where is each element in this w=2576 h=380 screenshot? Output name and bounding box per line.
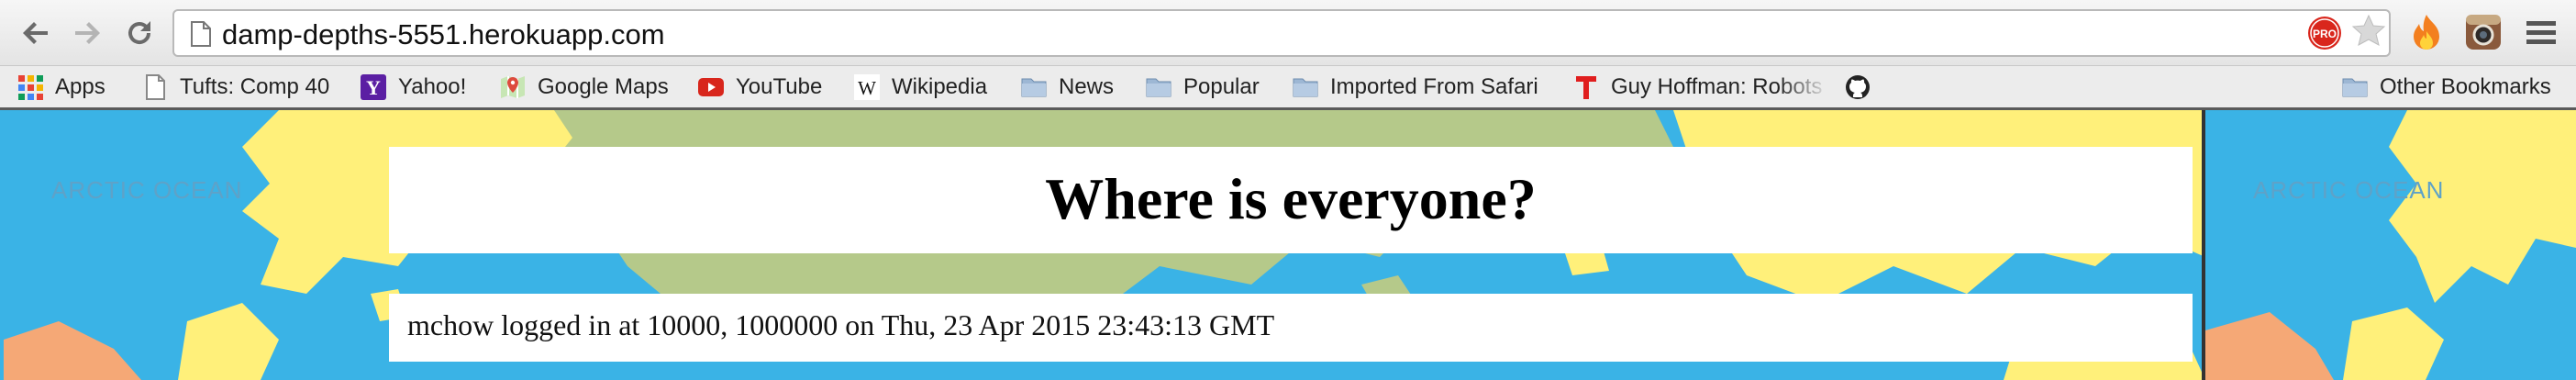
map-label-arctic-ocean: ARCTIC OCEAN — [51, 176, 243, 204]
github-icon — [1846, 74, 1870, 99]
bookmark-google-maps[interactable]: Google Maps — [499, 66, 669, 107]
bookmark-label: Yahoo! — [398, 73, 467, 99]
bookmark-label: Wikipedia — [892, 73, 988, 99]
page-icon — [146, 73, 165, 100]
bookmark-folder-other[interactable]: Other Bookmarks — [2341, 66, 2551, 107]
svg-text:PRO: PRO — [2313, 28, 2337, 40]
login-status-panel: mchow logged in at 10000, 1000000 on Thu… — [389, 294, 2193, 362]
back-icon — [23, 22, 48, 44]
url-text[interactable]: damp-depths-5551.herokuapp.com — [222, 18, 665, 51]
youtube-icon — [698, 77, 724, 96]
world-map-repeat[interactable] — [2205, 110, 2576, 380]
bookmark-label: Popular — [1183, 73, 1260, 99]
svg-text:Y: Y — [366, 76, 381, 99]
bookmarks-bar: Apps Tufts: Comp 40 Y Yahoo! Google Maps… — [0, 66, 2576, 110]
apps-grid-icon — [18, 74, 43, 100]
folder-icon — [1021, 78, 1047, 96]
star-icon[interactable] — [2350, 13, 2387, 50]
reload-icon — [128, 21, 151, 45]
back-button[interactable] — [17, 13, 57, 53]
google-maps-icon — [501, 75, 525, 98]
camera-extension-icon[interactable] — [2464, 13, 2503, 51]
bookmark-yahoo[interactable]: Y Yahoo! — [360, 66, 466, 107]
bookmark-label: Guy Hoffman: Robots — [1611, 73, 1823, 99]
t-logo-icon — [1576, 75, 1596, 99]
bookmark-tufts-comp40[interactable]: Tufts: Comp 40 — [141, 66, 329, 107]
bookmark-youtube[interactable]: YouTube — [697, 66, 822, 107]
bookmark-label: YouTube — [736, 73, 823, 99]
wikipedia-icon: W — [854, 73, 880, 100]
page-title: Where is everyone? — [1045, 166, 1537, 231]
page-viewport: ARCTIC OCEAN ARCTIC OCEAN Where is every… — [0, 110, 2576, 380]
folder-icon — [1293, 78, 1318, 96]
bookmark-github[interactable] — [1844, 66, 1882, 107]
bookmark-label: Apps — [55, 73, 105, 99]
bookmark-folder-imported-from-safari[interactable]: Imported From Safari — [1292, 66, 1538, 107]
menu-icon[interactable] — [2525, 17, 2558, 50]
bookmark-label: Imported From Safari — [1330, 73, 1538, 99]
map-label-arctic-ocean-repeat: ARCTIC OCEAN — [2253, 176, 2445, 204]
title-panel: Where is everyone? — [389, 147, 2193, 253]
yahoo-icon: Y — [361, 73, 386, 100]
svg-text:W: W — [858, 77, 876, 99]
forward-button[interactable] — [66, 13, 106, 53]
address-bar[interactable]: damp-depths-5551.herokuapp.com — [172, 9, 2391, 57]
bookmark-label: Tufts: Comp 40 — [180, 73, 330, 99]
fire-extension-icon[interactable] — [2407, 13, 2446, 53]
bookmark-label: Other Bookmarks — [2380, 73, 2551, 99]
forward-icon — [75, 22, 100, 44]
page-icon — [191, 21, 211, 47]
bookmark-label: News — [1059, 73, 1115, 99]
bookmark-guy-hoffman[interactable]: Guy Hoffman: Robots — [1572, 66, 1829, 107]
browser-toolbar: damp-depths-5551.herokuapp.com PRO — [0, 0, 2576, 66]
bookmark-wikipedia[interactable]: W Wikipedia — [853, 66, 987, 107]
reload-button[interactable] — [119, 13, 160, 53]
bookmark-folder-news[interactable]: News — [1020, 66, 1114, 107]
folder-icon — [2342, 78, 2368, 96]
folder-icon — [1146, 78, 1171, 96]
pro-badge-icon[interactable]: PRO — [2306, 15, 2343, 51]
bookmark-label: Google Maps — [538, 73, 669, 99]
login-status-text: mchow logged in at 10000, 1000000 on Thu… — [407, 308, 1275, 341]
bookmark-folder-popular[interactable]: Popular — [1145, 66, 1260, 107]
bookmark-apps[interactable]: Apps — [17, 66, 105, 107]
